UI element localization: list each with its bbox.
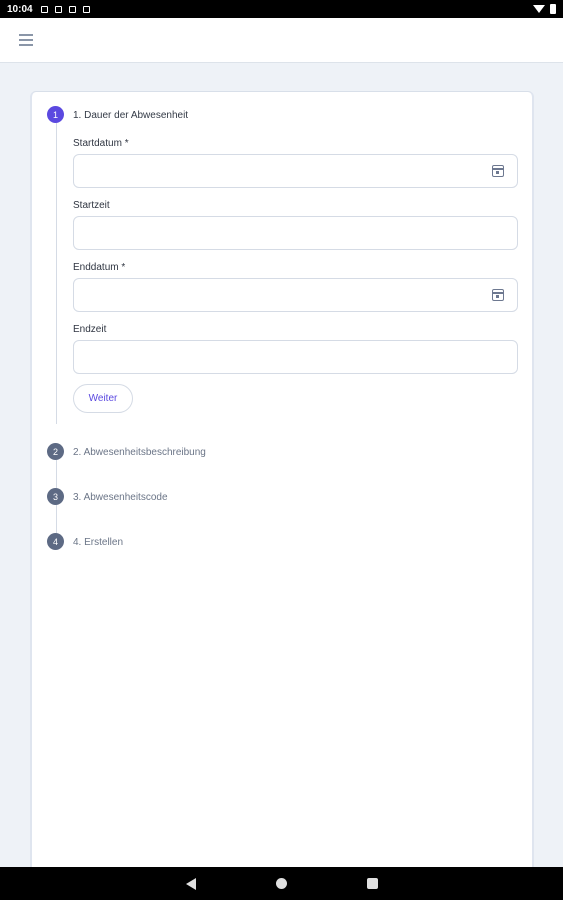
- end-date-field[interactable]: [73, 278, 518, 312]
- end-date-label: Enddatum *: [73, 262, 126, 273]
- battery-icon: [550, 4, 556, 14]
- step-4-indicator: 4: [47, 533, 64, 550]
- wifi-icon: [533, 5, 545, 13]
- step-2-title[interactable]: 2. Abwesenheitsbeschreibung: [73, 447, 206, 458]
- status-bar: 10:04: [0, 0, 563, 18]
- step-1-title[interactable]: 1. Dauer der Abwesenheit: [73, 110, 188, 121]
- step-4-title[interactable]: 4. Erstellen: [73, 537, 123, 548]
- step-1-indicator: 1: [47, 106, 64, 123]
- start-time-label: Startzeit: [73, 200, 110, 211]
- start-date-field[interactable]: [73, 154, 518, 188]
- nav-back-icon[interactable]: [186, 878, 196, 890]
- notification-icon: [68, 5, 76, 13]
- start-time-field[interactable]: [73, 216, 518, 250]
- next-button[interactable]: Weiter: [73, 384, 133, 413]
- start-date-label: Startdatum *: [73, 138, 129, 149]
- hamburger-menu-icon[interactable]: [19, 34, 33, 46]
- notification-icon: [82, 5, 90, 13]
- status-time: 10:04: [7, 3, 33, 15]
- system-nav-bar: [0, 867, 563, 900]
- step-2-indicator: 2: [47, 443, 64, 460]
- notification-icon: [40, 5, 48, 13]
- absence-form-card: 1 1. Dauer der Abwesenheit Startdatum * …: [30, 91, 534, 881]
- notification-icon: [54, 5, 62, 13]
- calendar-icon[interactable]: [492, 165, 504, 177]
- end-time-field[interactable]: [73, 340, 518, 374]
- app-bar: [0, 18, 563, 63]
- calendar-icon[interactable]: [492, 289, 504, 301]
- step-3-title[interactable]: 3. Abwesenheitscode: [73, 492, 168, 503]
- nav-recents-icon[interactable]: [367, 878, 378, 889]
- end-time-label: Endzeit: [73, 324, 107, 335]
- nav-home-icon[interactable]: [276, 878, 287, 889]
- stepper-connector: [56, 460, 57, 488]
- stepper-connector: [56, 505, 57, 533]
- stepper-connector: [56, 123, 57, 424]
- step-3-indicator: 3: [47, 488, 64, 505]
